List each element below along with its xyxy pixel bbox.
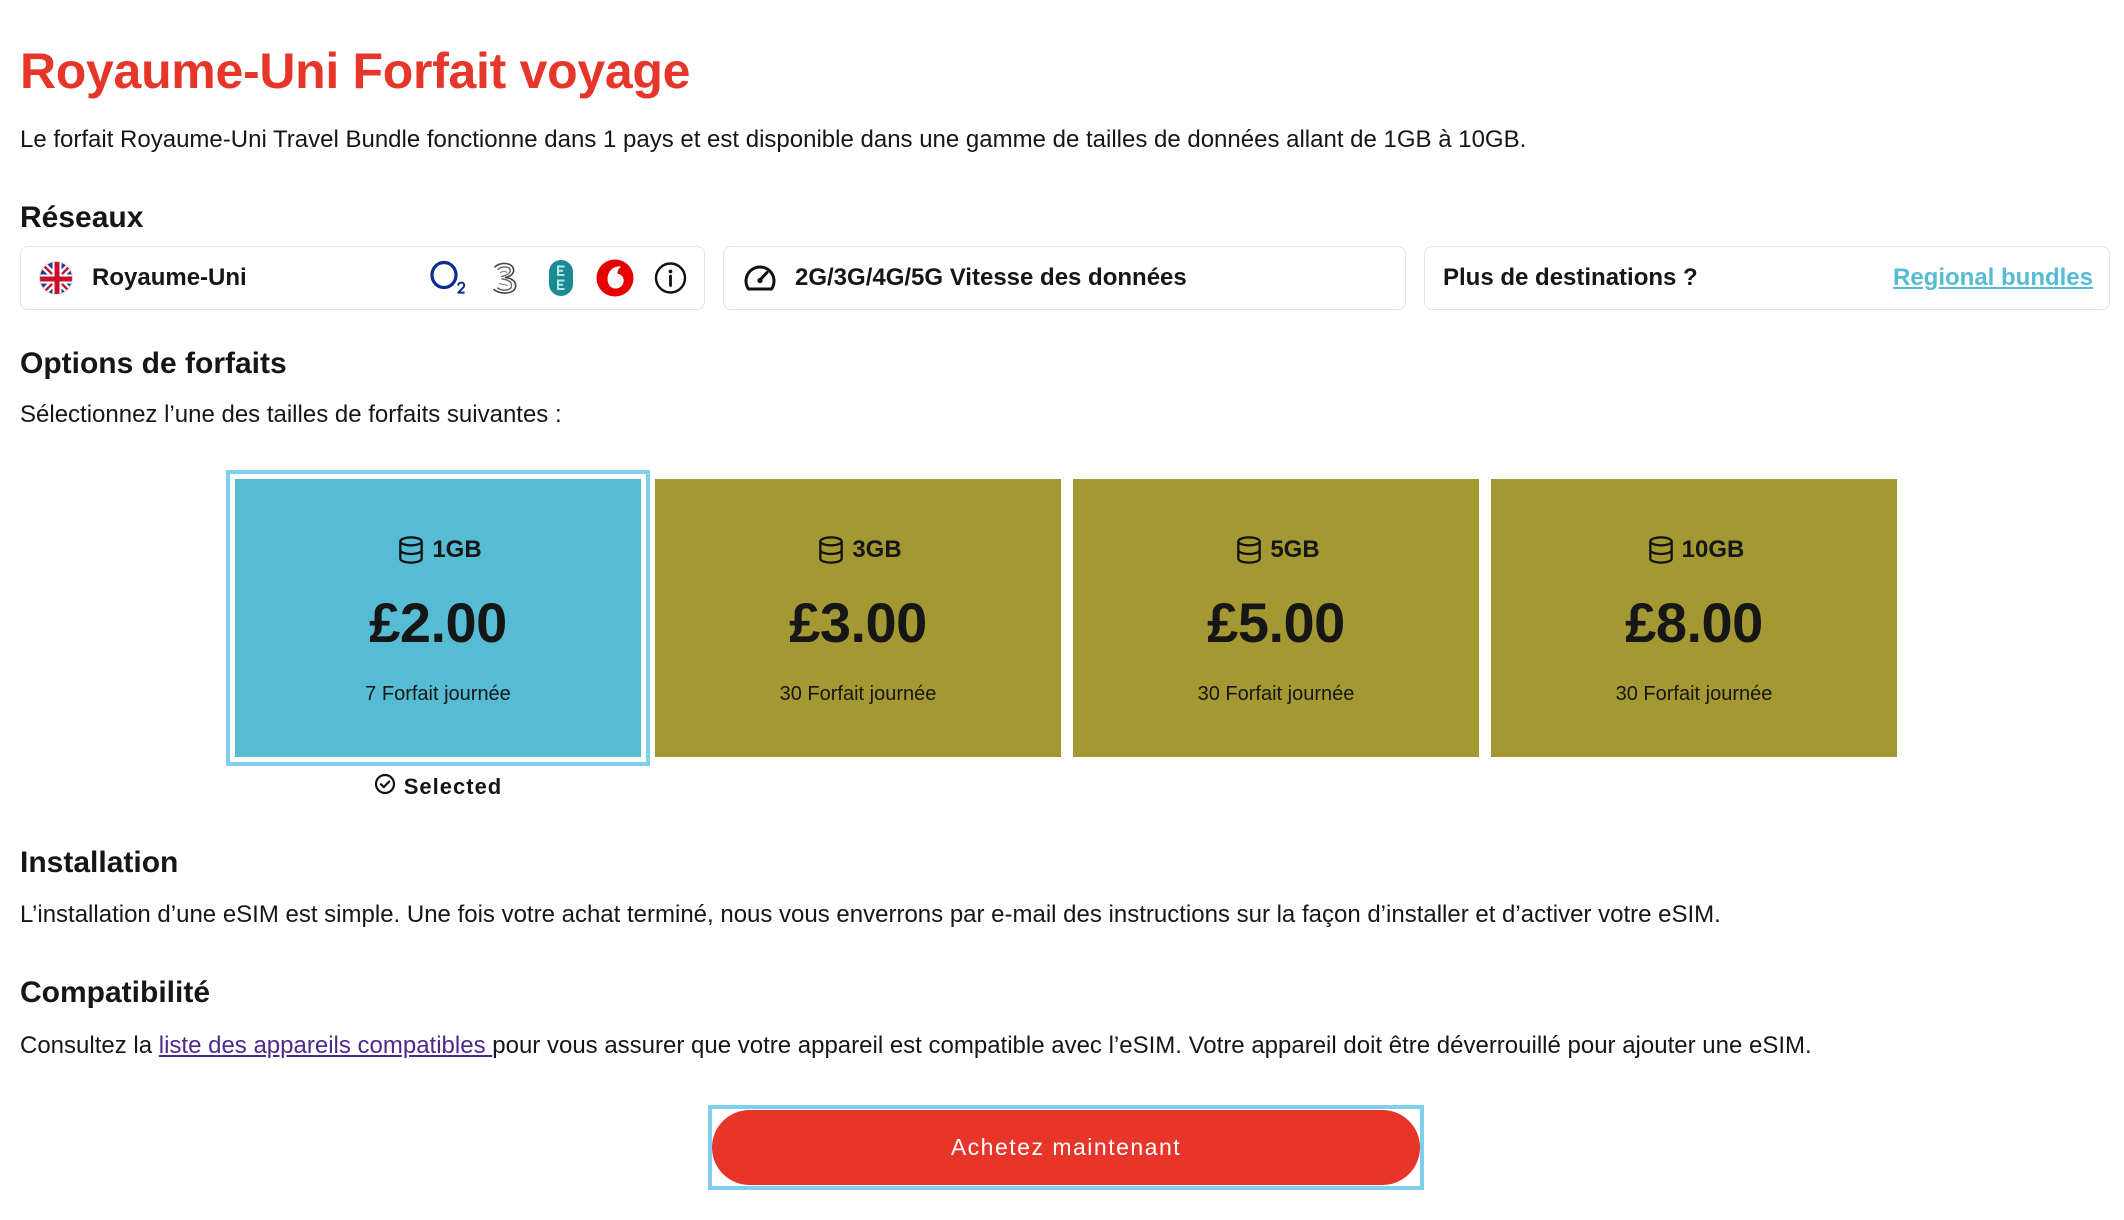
database-icon — [1232, 534, 1266, 566]
buy-now-button[interactable]: Achetez maintenant — [712, 1110, 1420, 1185]
speedometer-icon — [742, 262, 778, 294]
plan-size-row: 3GB — [655, 533, 1061, 567]
compatible-devices-link[interactable]: liste des appareils compatibles — [159, 1032, 493, 1059]
plan-size: 10GB — [1681, 536, 1745, 563]
ee-logo-icon — [548, 259, 574, 297]
plan-validity: 30 Forfait journée — [1615, 683, 1773, 705]
installation-text: L’installation d’une eSIM est simple. Un… — [20, 901, 1721, 928]
plan-price: £8.00 — [1625, 591, 1763, 654]
plan-option-3gb[interactable]: 3GB £3.00 30 Forfait journée Selected — [655, 479, 1061, 757]
installation-heading: Installation — [20, 846, 179, 879]
selected-label: Selected — [403, 774, 503, 799]
network-country-card: Royaume-Uni — [20, 246, 705, 310]
database-icon — [1644, 534, 1678, 566]
more-destinations-card: Plus de destinations ? Regional bundles — [1424, 246, 2110, 310]
more-destinations-label: Plus de destinations ? — [1443, 264, 1698, 291]
plan-size: 3GB — [852, 536, 902, 563]
plan-option-1gb[interactable]: 1GB £2.00 7 Forfait journée Selected — [226, 470, 650, 799]
network-speed-card: 2G/3G/4G/5G Vitesse des données — [723, 246, 1406, 310]
plan-option-10gb[interactable]: 10GB £8.00 30 Forfait journée Selected — [1491, 479, 1897, 757]
networks-heading: Réseaux — [20, 201, 144, 234]
plan-price: £2.00 — [369, 591, 507, 654]
plan-price: £3.00 — [789, 591, 927, 654]
plan-size: 5GB — [1270, 536, 1320, 563]
o2-logo-icon — [429, 259, 471, 297]
plan-size-row: 1GB — [235, 533, 641, 567]
buy-now-focus-ring: Achetez maintenant — [708, 1105, 1424, 1190]
plan-size: 1GB — [432, 536, 482, 563]
three-logo-icon — [487, 259, 523, 297]
page-description: Le forfait Royaume-Uni Travel Bundle fon… — [20, 126, 1527, 153]
plan-options-instruction: Sélectionnez l’une des tailles de forfai… — [20, 401, 562, 428]
plan-size-row: 5GB — [1073, 533, 1479, 567]
check-circle-icon — [374, 773, 396, 801]
plan-options-heading: Options de forfaits — [20, 347, 287, 380]
plan-validity: 30 Forfait journée — [1197, 683, 1355, 705]
page: Royaume-Uni Forfait voyage Le forfait Ro… — [0, 0, 2124, 1220]
plan-validity: 7 Forfait journée — [365, 683, 511, 705]
data-speed-label: 2G/3G/4G/5G Vitesse des données — [795, 264, 1187, 291]
plan-validity: 30 Forfait journée — [779, 683, 937, 705]
regional-bundles-link[interactable]: Regional bundles — [1893, 263, 2093, 293]
database-icon — [394, 534, 428, 566]
compatibility-heading: Compatibilité — [20, 976, 211, 1009]
plan-options-list: 1GB £2.00 7 Forfait journée Selected 3GB… — [0, 470, 2124, 819]
info-icon[interactable] — [654, 262, 687, 295]
database-icon — [814, 534, 848, 566]
uk-flag-icon — [39, 261, 73, 295]
plan-price: £5.00 — [1207, 591, 1345, 654]
compatibility-text-after: pour vous assurer que votre appareil est… — [492, 1032, 1812, 1059]
plan-option-5gb[interactable]: 5GB £5.00 30 Forfait journée Selected — [1073, 479, 1479, 757]
compatibility-text-before: Consultez la — [20, 1032, 159, 1059]
vodafone-logo-icon — [595, 258, 635, 298]
compatibility-text: Consultez la liste des appareils compati… — [20, 1031, 2104, 1061]
country-name: Royaume-Uni — [92, 264, 247, 291]
plan-size-row: 10GB — [1491, 533, 1897, 567]
page-title: Royaume-Uni Forfait voyage — [20, 43, 691, 99]
selected-badge: Selected — [235, 773, 641, 801]
